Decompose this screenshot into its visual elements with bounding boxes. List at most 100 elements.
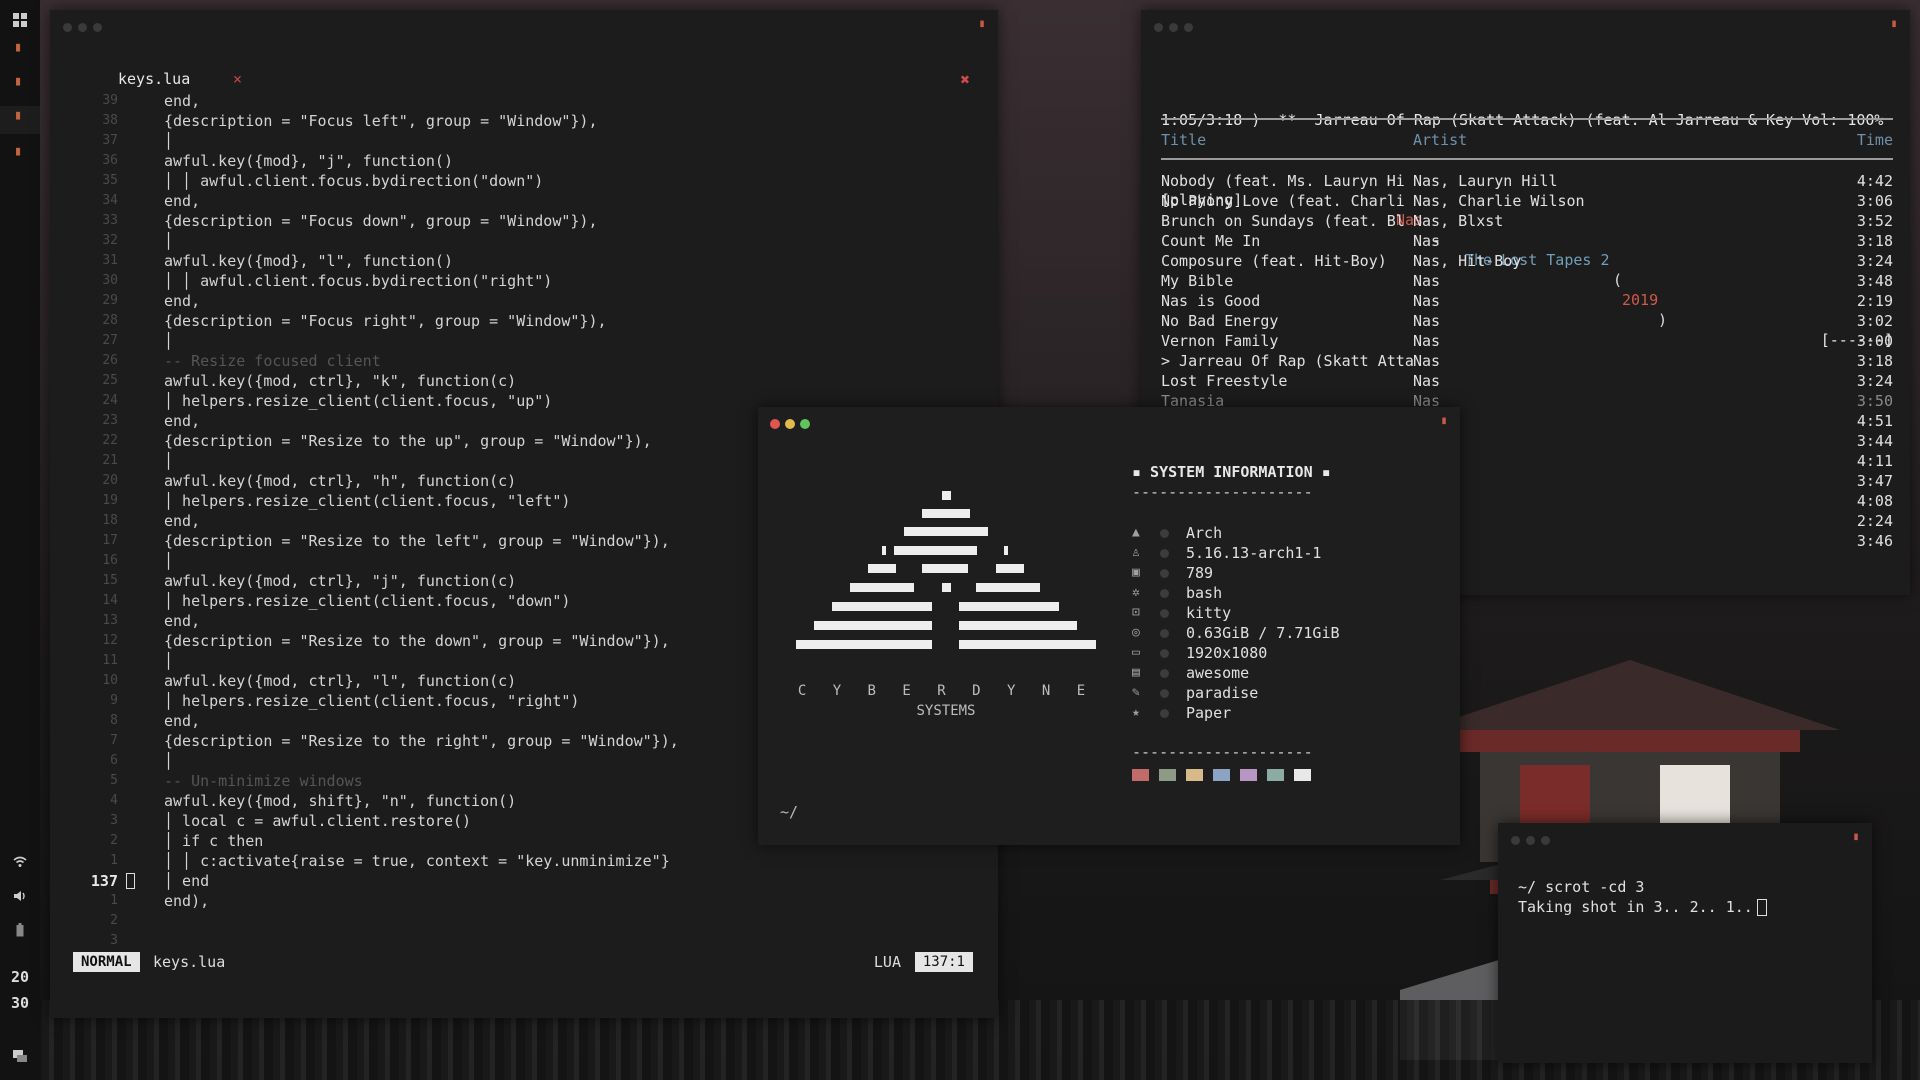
track-row[interactable]: Nobody (feat. Ms. Lauryn Hi Nas, Lauryn H…	[1161, 171, 1893, 191]
window-buttons	[1154, 23, 1193, 32]
tab-keys-lua[interactable]: keys.lua	[118, 70, 190, 88]
track-row[interactable]: > Jarreau Of Rap (Skatt Atta Nas 3:18	[1161, 351, 1893, 371]
code-text: {description = "Focus right", group = "W…	[164, 312, 607, 330]
column-title[interactable]: Title	[1161, 131, 1206, 149]
maximize-dot[interactable]	[1541, 836, 1550, 845]
column-time[interactable]: Time	[1857, 131, 1893, 149]
line-number: 32	[102, 233, 118, 248]
code-line[interactable]: 29 end,	[50, 291, 998, 311]
track-time: 3:50	[1856, 392, 1893, 410]
line-number: 1	[110, 853, 118, 868]
code-line[interactable]: 3	[50, 931, 998, 951]
track-row[interactable]: Brunch on Sundays (feat. Bl Nas, Blxst 3:5…	[1161, 211, 1893, 231]
column-artist[interactable]: Artist	[1413, 131, 1467, 149]
track-title: Nobody (feat. Ms. Lauryn Hi	[1161, 172, 1405, 190]
color-swatch	[1213, 769, 1230, 781]
code-line[interactable]: 137 │ end	[50, 871, 998, 891]
line-number: 37	[102, 133, 118, 148]
taglist-app-icon[interactable]: ▘	[0, 38, 40, 66]
taglist-app-icon[interactable]: ▘	[0, 106, 40, 134]
track-time: 3:00	[1856, 332, 1893, 350]
tab-close-icon[interactable]: ×	[233, 70, 242, 88]
minimize-dot[interactable]	[78, 23, 87, 32]
code-line[interactable]: 34 end,	[50, 191, 998, 211]
line-number: 14	[102, 593, 118, 608]
minimize-dot[interactable]	[1169, 23, 1178, 32]
track-title: Nas is Good	[1161, 292, 1261, 310]
code-line[interactable]: 2	[50, 911, 998, 931]
code-line[interactable]: 1 end),	[50, 891, 998, 911]
code-line[interactable]: 26 -- Resize focused client	[50, 351, 998, 371]
text-cursor[interactable]	[1756, 899, 1767, 916]
code-line[interactable]: 35 │ │ awful.client.focus.bydirection("do…	[50, 171, 998, 191]
code-line[interactable]: 38 {description = "Focus left", group = "…	[50, 111, 998, 131]
code-text: end,	[164, 412, 201, 430]
close-dot[interactable]	[63, 23, 72, 32]
code-line[interactable]: 32 │	[50, 231, 998, 251]
code-line[interactable]: 37 │	[50, 131, 998, 151]
code-text: end,	[164, 512, 201, 530]
line-number: 26	[102, 353, 118, 368]
code-line[interactable]: 28 {description = "Focus right", group = …	[50, 311, 998, 331]
line-number: 5	[110, 773, 118, 788]
code-line[interactable]: 36 awful.key({mod}, "j", function()	[50, 151, 998, 171]
track-row[interactable]: Lost Freestyle Nas 3:24	[1161, 371, 1893, 391]
code-line[interactable]: 30 │ │ awful.client.focus.bydirection("ri…	[50, 271, 998, 291]
code-text: {description = "Focus left", group = "Wi…	[164, 112, 598, 130]
taglist-app-icon[interactable]: ▘	[0, 72, 40, 100]
track-artist: Nas	[1413, 292, 1441, 310]
code-text: {description = "Resize to the left", gro…	[164, 532, 670, 550]
code-line[interactable]: 31 awful.key({mod}, "l", function()	[50, 251, 998, 271]
code-text: │	[164, 452, 174, 470]
grid-icon[interactable]	[0, 6, 40, 34]
system-info-value: awesome	[1186, 664, 1250, 682]
code-line[interactable]: 1 │ │ c:activate{raise = true, context = …	[50, 851, 998, 871]
volume-icon[interactable]	[0, 882, 40, 910]
track-row[interactable]: No Bad Energy Nas 3:02	[1161, 311, 1893, 331]
track-time: 3:44	[1856, 432, 1893, 450]
maximize-dot[interactable]	[1184, 23, 1193, 32]
track-artist: Nas	[1413, 232, 1441, 250]
code-line[interactable]: 33 {description = "Focus down", group = "…	[50, 211, 998, 231]
layout-icon[interactable]	[0, 1042, 40, 1070]
system-info-value: Arch	[1186, 524, 1223, 542]
code-text: │ helpers.resize_client(client.focus, "r…	[164, 692, 580, 710]
package-icon: ▣	[1132, 565, 1140, 580]
minimize-dot[interactable]	[785, 419, 795, 429]
output-text: Taking shot in 3.. 2.. 1..	[1518, 898, 1753, 916]
wifi-icon[interactable]	[0, 848, 40, 876]
track-row[interactable]: Composure (feat. Hit-Boy) Nas, Hit-Boy 3:2…	[1161, 251, 1893, 271]
close-dot[interactable]	[770, 419, 780, 429]
maximize-dot[interactable]	[93, 23, 102, 32]
track-artist: Nas, Blxst	[1413, 212, 1504, 230]
code-text: {description = "Resize to the down", gro…	[164, 632, 670, 650]
track-row[interactable]: Vernon Family Nas 3:00	[1161, 331, 1893, 351]
code-line[interactable]: 39 end,	[50, 91, 998, 111]
close-dot[interactable]	[1511, 836, 1520, 845]
neofetch-terminal-window[interactable]: ▘ C Y B E R D Y N E SYSTEMS ▪ SYSTEM INF…	[758, 407, 1460, 845]
color-swatch	[1186, 769, 1203, 781]
battery-icon[interactable]	[0, 916, 40, 944]
close-dot[interactable]	[1154, 23, 1163, 32]
code-line[interactable]: 25 awful.key({mod, ctrl}, "k", function(c…	[50, 371, 998, 391]
line-number: 23	[102, 413, 118, 428]
code-line[interactable]: 27 │	[50, 331, 998, 351]
screenshot-terminal-window[interactable]: ▘ ~/ scrot -cd 3 Taking shot in 3.. 2.. …	[1498, 823, 1872, 1063]
code-text: end,	[164, 712, 201, 730]
taglist-app-icon[interactable]: ▘	[0, 142, 40, 170]
maximize-dot[interactable]	[800, 419, 810, 429]
shell-prompt[interactable]: ~/	[780, 803, 798, 821]
track-row[interactable]: Nas is Good Nas 2:19	[1161, 291, 1893, 311]
track-title: > Jarreau Of Rap (Skatt Atta	[1161, 352, 1413, 370]
track-row[interactable]: My Bible Nas 3:48	[1161, 271, 1893, 291]
close-buffer-icon[interactable]: ✖	[960, 70, 970, 89]
minimize-dot[interactable]	[1526, 836, 1535, 845]
track-time: 3:18	[1856, 352, 1893, 370]
track-row[interactable]: No Phony Love (feat. Charli Nas, Charlie …	[1161, 191, 1893, 211]
line-number: 22	[102, 433, 118, 448]
cyberdyne-logo	[796, 491, 1096, 649]
line-number: 19	[102, 493, 118, 508]
track-row[interactable]: Count Me In Nas 3:18	[1161, 231, 1893, 251]
brush-icon: ✎	[1132, 685, 1140, 700]
system-info-value: 0.63GiB / 7.71GiB	[1186, 624, 1340, 642]
